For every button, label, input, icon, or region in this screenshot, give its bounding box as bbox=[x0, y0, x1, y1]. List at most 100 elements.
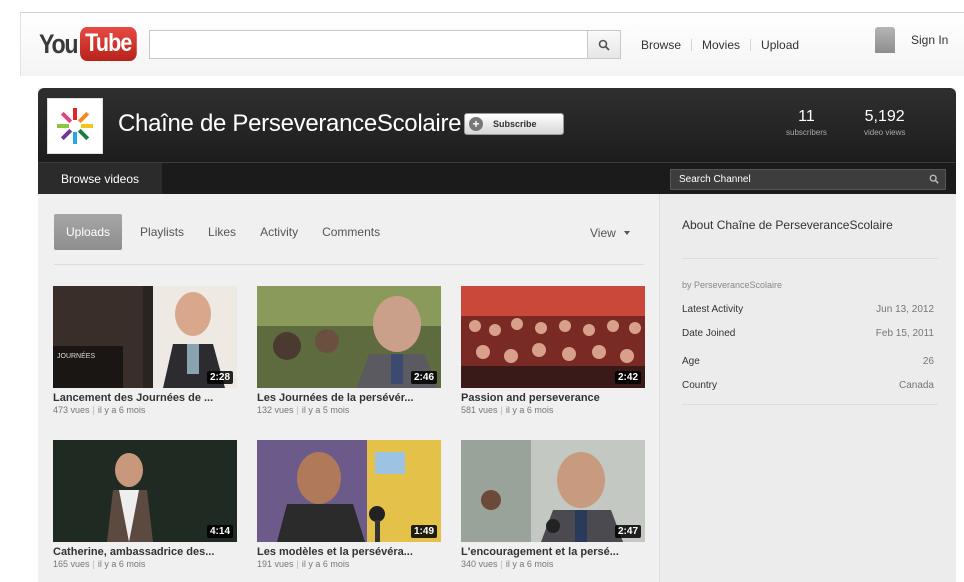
video-age: il y a 6 mois bbox=[97, 405, 146, 415]
channel-logo-icon bbox=[57, 108, 93, 144]
video-item[interactable]: 2:42 Passion and perseverance 581 vues | i… bbox=[461, 286, 645, 415]
video-thumbnail[interactable]: 4:14 bbox=[53, 440, 237, 542]
about-by[interactable]: by PerseveranceScolaire bbox=[682, 280, 782, 290]
subscriber-count-value: 11 bbox=[798, 108, 815, 125]
divider bbox=[682, 404, 938, 405]
tab-uploads[interactable]: Uploads bbox=[54, 214, 123, 250]
about-key: Latest Activity bbox=[682, 304, 744, 315]
video-age: il y a 5 mois bbox=[301, 405, 350, 415]
about-row-age: Age 26 bbox=[682, 356, 934, 367]
view-count: 5,192 video views bbox=[864, 108, 905, 137]
channel-header: Chaîne de PerseveranceScolaire + Subscri… bbox=[38, 88, 956, 162]
video-title[interactable]: Lancement des Journées de ... bbox=[53, 392, 237, 404]
logo-tube: Tube bbox=[79, 27, 137, 61]
tab-playlists[interactable]: Playlists bbox=[128, 214, 196, 250]
channel-search-input[interactable]: Search Channel bbox=[670, 169, 946, 190]
about-title: About Chaîne de PerseveranceScolaire bbox=[682, 218, 893, 232]
about-row-latest-activity: Latest Activity Jun 13, 2012 bbox=[682, 304, 934, 315]
subscriber-count-label: subscribers bbox=[786, 128, 827, 137]
video-views: 132 vues bbox=[257, 405, 294, 415]
video-age: il y a 6 mois bbox=[505, 405, 554, 415]
tab-activity[interactable]: Activity bbox=[248, 214, 310, 250]
video-views: 191 vues bbox=[257, 559, 294, 569]
video-thumbnail[interactable]: 2:47 bbox=[461, 440, 645, 542]
video-meta: 581 vues | il y a 6 mois bbox=[461, 405, 554, 415]
user-area: Sign In bbox=[875, 27, 948, 53]
video-title[interactable]: Les modèles et la persévéra... bbox=[257, 546, 441, 558]
video-thumbnail[interactable]: 2:42 bbox=[461, 286, 645, 388]
video-duration: 4:14 bbox=[206, 525, 233, 538]
nav-movies[interactable]: Movies bbox=[692, 39, 752, 51]
about-key: Age bbox=[682, 356, 700, 367]
divider bbox=[54, 264, 644, 265]
subscriber-count: 11 subscribers bbox=[786, 108, 827, 137]
about-value: 26 bbox=[922, 356, 934, 367]
about-value: Canada bbox=[898, 380, 934, 391]
video-item[interactable]: 2:47 L'encouragement et la persé... 340 … bbox=[461, 440, 645, 569]
video-title[interactable]: Catherine, ambassadrice des... bbox=[53, 546, 237, 558]
nav-upload[interactable]: Upload bbox=[751, 39, 809, 51]
channel-nav-bar: Browse videos Search Channel bbox=[38, 162, 956, 194]
video-meta: 132 vues | il y a 5 mois bbox=[257, 405, 350, 415]
video-duration: 2:28 bbox=[206, 371, 233, 384]
view-dropdown[interactable]: View bbox=[590, 226, 630, 240]
view-count-value: 5,192 bbox=[864, 108, 905, 125]
video-title[interactable]: L'encouragement et la persé... bbox=[461, 546, 645, 558]
video-item[interactable]: 2:46 Les Journées de la persévér... 132 … bbox=[257, 286, 441, 415]
video-meta: 165 vues | il y a 6 mois bbox=[53, 559, 146, 569]
channel-search-placeholder: Search Channel bbox=[679, 174, 751, 185]
masthead: You Tube Browse Movies Upload Sign In bbox=[20, 12, 964, 76]
top-nav: Browse Movies Upload bbox=[631, 39, 809, 51]
video-views: 581 vues bbox=[461, 405, 498, 415]
video-meta: 340 vues | il y a 6 mois bbox=[461, 559, 554, 569]
subscribe-button[interactable]: + Subscribe bbox=[464, 113, 564, 135]
video-item[interactable]: 4:14 Catherine, ambassadrice des... 165 … bbox=[53, 440, 237, 569]
search-button[interactable] bbox=[587, 30, 621, 59]
uploads-panel: Uploads Playlists Likes Activity Comment… bbox=[38, 194, 659, 582]
plus-icon: + bbox=[469, 117, 483, 131]
about-row-country: Country Canada bbox=[682, 380, 934, 391]
channel-title: Chaîne de PerseveranceScolaire bbox=[118, 110, 462, 137]
caret-down-icon bbox=[623, 231, 630, 235]
nav-browse[interactable]: Browse bbox=[631, 39, 693, 51]
about-key: Date Joined bbox=[682, 328, 736, 339]
logo-you: You bbox=[39, 28, 79, 59]
video-thumbnail[interactable]: JOURNÉES 2:28 bbox=[53, 286, 237, 388]
channel-page: Chaîne de PerseveranceScolaire + Subscri… bbox=[38, 88, 956, 582]
video-views: 340 vues bbox=[461, 559, 498, 569]
about-key: Country bbox=[682, 380, 718, 391]
video-views: 473 vues bbox=[53, 405, 90, 415]
video-duration: 2:42 bbox=[614, 371, 641, 384]
video-item[interactable]: 1:49 Les modèles et la persévéra... 191 … bbox=[257, 440, 441, 569]
view-count-label: video views bbox=[864, 128, 906, 137]
about-row-date-joined: Date Joined Feb 15, 2011 bbox=[682, 328, 934, 339]
video-duration: 2:47 bbox=[614, 525, 641, 538]
video-thumbnail[interactable]: 2:46 bbox=[257, 286, 441, 388]
about-value: Feb 15, 2011 bbox=[875, 328, 934, 339]
channel-avatar[interactable] bbox=[47, 98, 103, 154]
video-thumbnail[interactable]: 1:49 bbox=[257, 440, 441, 542]
video-views: 165 vues bbox=[53, 559, 90, 569]
search-icon[interactable] bbox=[929, 174, 939, 184]
sign-in-link[interactable]: Sign In bbox=[911, 33, 948, 47]
search-input[interactable] bbox=[149, 30, 589, 59]
video-title[interactable]: Passion and perseverance bbox=[461, 392, 645, 404]
video-duration: 1:49 bbox=[410, 525, 437, 538]
video-age: il y a 6 mois bbox=[301, 559, 350, 569]
subscribe-label: Subscribe bbox=[493, 119, 537, 129]
tab-comments[interactable]: Comments bbox=[310, 214, 392, 250]
video-age: il y a 6 mois bbox=[97, 559, 146, 569]
tab-likes[interactable]: Likes bbox=[196, 214, 248, 250]
video-duration: 2:46 bbox=[410, 371, 437, 384]
video-age: il y a 6 mois bbox=[505, 559, 554, 569]
content-tabs: Uploads Playlists Likes Activity Comment… bbox=[54, 214, 392, 250]
browse-videos-tab[interactable]: Browse videos bbox=[38, 163, 162, 194]
svg-text:JOURNÉES: JOURNÉES bbox=[57, 351, 95, 360]
avatar-icon bbox=[875, 27, 895, 53]
video-title[interactable]: Les Journées de la persévér... bbox=[257, 392, 441, 404]
video-item[interactable]: JOURNÉES 2:28 Lancement des Journées de … bbox=[53, 286, 237, 415]
about-value: Jun 13, 2012 bbox=[876, 304, 934, 315]
about-panel: About Chaîne de PerseveranceScolaire by … bbox=[659, 194, 956, 582]
youtube-logo[interactable]: You Tube bbox=[39, 27, 145, 61]
divider bbox=[682, 258, 938, 259]
